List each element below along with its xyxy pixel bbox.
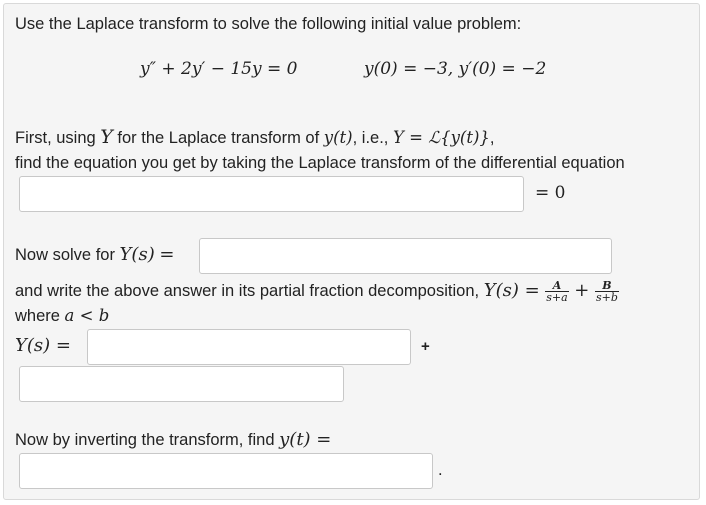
step1-line2: find the equation you get by taking the … [15, 154, 625, 172]
step3-text: and write the above answer in its partia… [15, 281, 480, 300]
Ys-input[interactable] [199, 238, 612, 274]
step1-Y: Y [100, 126, 113, 148]
step1-line1: First, using Y for the Laplace transform… [15, 127, 495, 148]
step4-yt: y(t) = [279, 429, 332, 450]
fraction-plus: + [574, 279, 590, 301]
initial-conditions: y(0) = −3, y′(0) = −2 [364, 59, 547, 79]
ode-equation: y″ + 2y′ − 15y = 0 [140, 59, 298, 79]
plus-sign: + [421, 338, 430, 355]
step3-where-line: where a < b [15, 306, 109, 326]
fraction-B-denominator: s+b [595, 291, 618, 304]
step4-line: Now by inverting the transform, find y(t… [15, 430, 331, 450]
a-less-than-b: a < b [64, 306, 110, 325]
yt-input[interactable] [19, 453, 433, 489]
trailing-period: . [438, 461, 443, 479]
step2-prompt: Now solve for [15, 246, 115, 264]
partial-fraction-input-2[interactable] [19, 366, 344, 402]
partial-fraction-input-1[interactable] [87, 329, 411, 365]
Ys-label: Y(s) = [15, 335, 71, 356]
step1-definition: Y = ℒ{y(t)} [392, 128, 490, 147]
equals-zero: = 0 [535, 183, 566, 203]
step1-text-c: , i.e., [352, 129, 389, 147]
step4-prompt: Now by inverting the transform, find [15, 431, 275, 449]
fraction-A-denominator: s+a [546, 291, 568, 304]
step1-comma: , [489, 129, 495, 147]
step3-line1: and write the above answer in its partia… [15, 280, 620, 303]
laplace-equation-input[interactable] [19, 176, 524, 212]
step1-text-b: for the Laplace transform of [117, 129, 320, 147]
fraction-B: Bs+b [594, 280, 619, 304]
step2-Ys: Y(s) [119, 244, 155, 265]
step1-yt: y(t) [323, 128, 353, 147]
step2-equals: = [159, 244, 175, 265]
step3-Ys: Y(s) = [483, 279, 540, 301]
step2-line: Now solve for Y(s) = [15, 245, 174, 265]
intro-text: Use the Laplace transform to solve the f… [15, 15, 522, 33]
step1-text-a: First, using [15, 129, 96, 147]
where-text: where [15, 307, 60, 325]
fraction-A: As+a [545, 280, 569, 304]
